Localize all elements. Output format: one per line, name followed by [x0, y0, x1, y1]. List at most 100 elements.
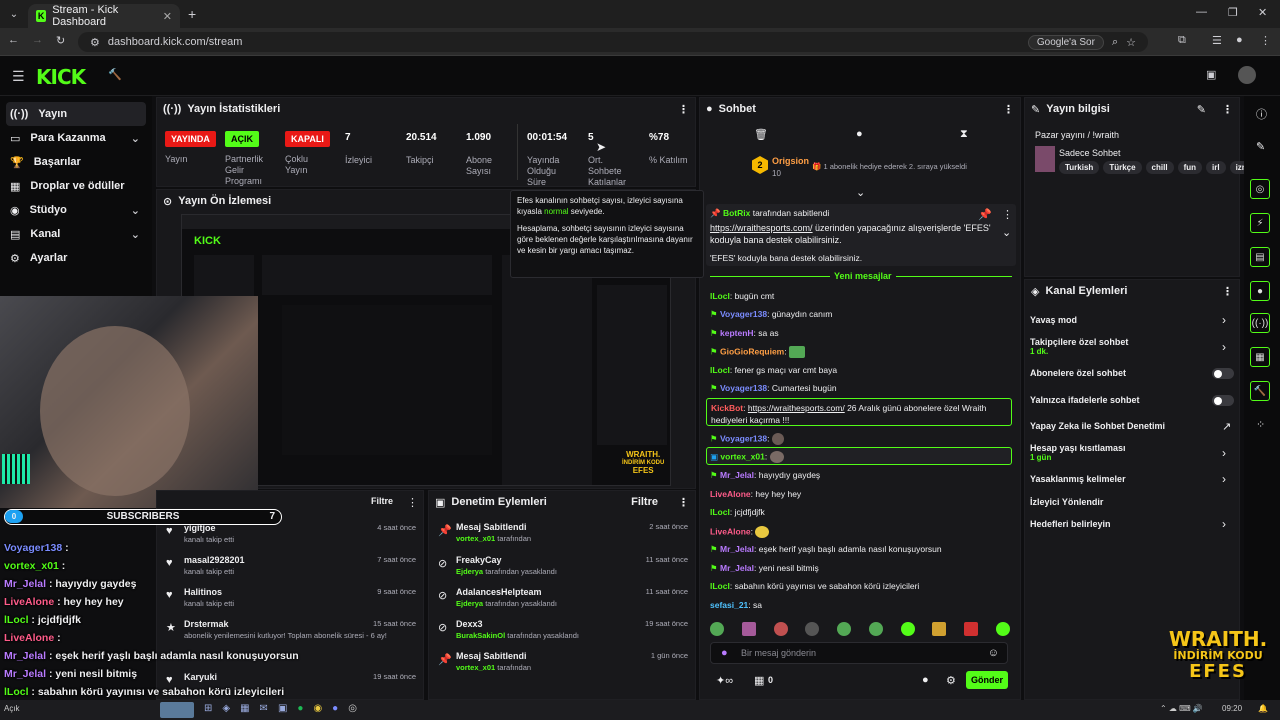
action-set-goals[interactable]: Hedefleri belirleyin	[1030, 519, 1111, 529]
copilot-icon[interactable]: ◈	[222, 703, 230, 714]
emote-icon[interactable]	[805, 622, 820, 636]
site-settings-icon[interactable]: ⚙	[90, 36, 100, 49]
reading-list-icon[interactable]: ☰	[1212, 34, 1222, 47]
reload-icon[interactable]: ↻	[56, 34, 65, 47]
emote-icon[interactable]	[995, 622, 1010, 636]
discord-icon[interactable]: ●	[332, 703, 338, 714]
taskbar-clock[interactable]: 09:20	[1222, 704, 1242, 713]
more-options-icon[interactable]: ⋮	[1002, 208, 1013, 221]
rail-hammer-icon[interactable]: 🔨	[1250, 381, 1270, 401]
sidebar-item-yayin[interactable]: ((·)) Yayın	[6, 102, 146, 126]
back-icon[interactable]: ←	[8, 34, 19, 46]
subscribers-only-toggle[interactable]	[1212, 368, 1234, 379]
minimize-icon[interactable]: —	[1196, 6, 1207, 18]
action-ai-moderation[interactable]: Yapay Zeka ile Sohbet Denetimi	[1030, 421, 1165, 431]
pencil-icon[interactable]: ✎	[1256, 140, 1265, 153]
chrome-icon[interactable]: ◉	[313, 703, 322, 714]
google-ask-button[interactable]: Google'a Sor	[1027, 34, 1104, 50]
chat-bubble-icon[interactable]: ●	[856, 128, 863, 140]
rail-chat-icon[interactable]: ●	[1250, 281, 1270, 301]
tag[interactable]: Türkçe	[1103, 161, 1142, 174]
more-options-icon[interactable]: ⋮	[407, 496, 418, 509]
windows-start-icon[interactable]: ⊞	[204, 703, 212, 714]
sidebar-item-kanal[interactable]: ▤ Kanal ⌄	[0, 222, 152, 246]
chat-input[interactable]: ● Bir mesaj gönderin ☺	[710, 642, 1008, 664]
tray-icons[interactable]: ⌃ ☁ ⌨ 🔊	[1160, 704, 1203, 713]
sidebar-item-studyo[interactable]: ◉ Stüdyo ⌄	[0, 198, 152, 222]
action-slow-mode[interactable]: Yavaş mod	[1030, 315, 1077, 325]
edit-icon[interactable]: ✎	[1197, 103, 1206, 116]
close-window-icon[interactable]: ✕	[1258, 6, 1267, 19]
more-options-icon[interactable]: ⋮	[1003, 103, 1014, 116]
new-tab-icon[interactable]: +	[188, 6, 196, 22]
creator-tools-icon[interactable]: 🔨	[108, 68, 122, 81]
browser-tab[interactable]: K Stream - Kick Dashboard ✕	[28, 4, 180, 28]
kick-logo[interactable]: KICK	[36, 65, 86, 89]
weather-widget[interactable]: Açık	[4, 704, 20, 713]
maximize-icon[interactable]: ❐	[1228, 6, 1238, 19]
profile-icon[interactable]: ●	[1236, 34, 1243, 46]
sidebar-item-para-kazanma[interactable]: ▭ Para Kazanma ⌄	[0, 126, 152, 150]
action-banned-words[interactable]: Yasaklanmış kelimeler	[1030, 474, 1126, 484]
emote-icon[interactable]	[741, 622, 756, 636]
outlook-icon[interactable]: ✉	[260, 703, 268, 714]
user-avatar[interactable]	[1238, 66, 1256, 84]
chevron-right-icon[interactable]: ›	[1222, 517, 1226, 531]
more-options-icon[interactable]: ⋮	[1222, 285, 1233, 298]
tab-list-icon[interactable]: ⌄	[6, 6, 22, 22]
chevron-right-icon[interactable]: ›	[1222, 446, 1226, 460]
emote-icon[interactable]	[900, 622, 915, 636]
rail-broadcast-icon[interactable]: ((·))	[1250, 313, 1270, 333]
unpin-icon[interactable]: 📌	[978, 208, 992, 221]
spotify-icon[interactable]: ●	[297, 703, 303, 714]
emote-icon[interactable]	[868, 622, 883, 636]
rail-bolt-icon[interactable]: ⚡	[1250, 213, 1270, 233]
chevron-right-icon[interactable]: ›	[1222, 340, 1226, 354]
action-raid[interactable]: İzleyici Yönlendir	[1030, 497, 1103, 507]
obs-icon[interactable]: ◎	[348, 703, 357, 714]
action-account-age[interactable]: Hesap yaşı kısıtlaması	[1030, 443, 1126, 453]
rail-list-icon[interactable]: ▦	[1250, 347, 1270, 367]
emote-icon[interactable]	[964, 622, 979, 636]
close-tab-icon[interactable]: ✕	[163, 10, 172, 23]
extensions-icon[interactable]: ⧉	[1178, 34, 1186, 47]
expand-icon[interactable]: ⌄	[856, 186, 865, 199]
activity-filter-button[interactable]: Filtre	[371, 496, 393, 506]
more-options-icon[interactable]: ⋮	[678, 496, 689, 509]
action-followers-only[interactable]: Takipçilere özel sohbet	[1030, 337, 1128, 347]
tag[interactable]: chill	[1145, 161, 1174, 174]
more-options-icon[interactable]: ⋮	[678, 103, 689, 116]
microphone-icon[interactable]: ●	[721, 647, 728, 659]
moderation-filter-button[interactable]: Filtre	[631, 496, 658, 508]
chevron-right-icon[interactable]: ›	[1222, 313, 1226, 327]
rail-dots-icon[interactable]: ⁘	[1256, 418, 1265, 431]
zoom-icon[interactable]: ⌕	[1112, 36, 1118, 49]
sidebar-item-droplar[interactable]: ▦ Droplar ve ödüller	[0, 174, 152, 198]
browser-menu-icon[interactable]: ⋮	[1260, 34, 1271, 47]
emote-icon[interactable]	[773, 622, 788, 636]
chevron-right-icon[interactable]: ›	[1222, 472, 1226, 486]
tag[interactable]: fun	[1177, 161, 1202, 174]
trash-icon[interactable]: 🗑	[754, 128, 768, 141]
more-options-icon[interactable]: ⋮	[1222, 103, 1233, 116]
taskbar-thumbnail[interactable]	[160, 702, 194, 718]
bookmark-star-icon[interactable]: ☆	[1126, 36, 1136, 49]
gear-icon[interactable]: ⚙	[946, 674, 956, 687]
emote-icon[interactable]	[932, 622, 947, 636]
gift-user[interactable]: Origsion	[772, 156, 809, 166]
send-button[interactable]: Gönder	[966, 671, 1008, 689]
chevron-down-icon[interactable]: ⌄	[1002, 226, 1011, 239]
rewards-icon[interactable]: ✦∞	[716, 674, 733, 687]
rail-target-icon[interactable]: ◎	[1250, 179, 1270, 199]
gift-icon[interactable]: ▦	[754, 674, 764, 687]
emotes-only-toggle[interactable]	[1212, 395, 1234, 406]
action-emotes-only[interactable]: Yalnızca ifadelerle sohbet	[1030, 395, 1140, 405]
notification-icon[interactable]: 🔔	[1258, 704, 1268, 713]
forward-icon[interactable]: →	[32, 34, 43, 46]
url-field[interactable]: ⚙ dashboard.kick.com/stream Google'a Sor…	[78, 32, 1148, 52]
info-icon[interactable]: ⓘ	[1256, 106, 1267, 122]
sidebar-item-basarilar[interactable]: 🏆 Başarılar	[0, 150, 152, 174]
action-subscribers-only[interactable]: Abonelere özel sohbet	[1030, 368, 1126, 378]
chat-settings-bubble-icon[interactable]: ●	[922, 674, 929, 686]
hamburger-menu-icon[interactable]: ☰	[12, 68, 25, 85]
